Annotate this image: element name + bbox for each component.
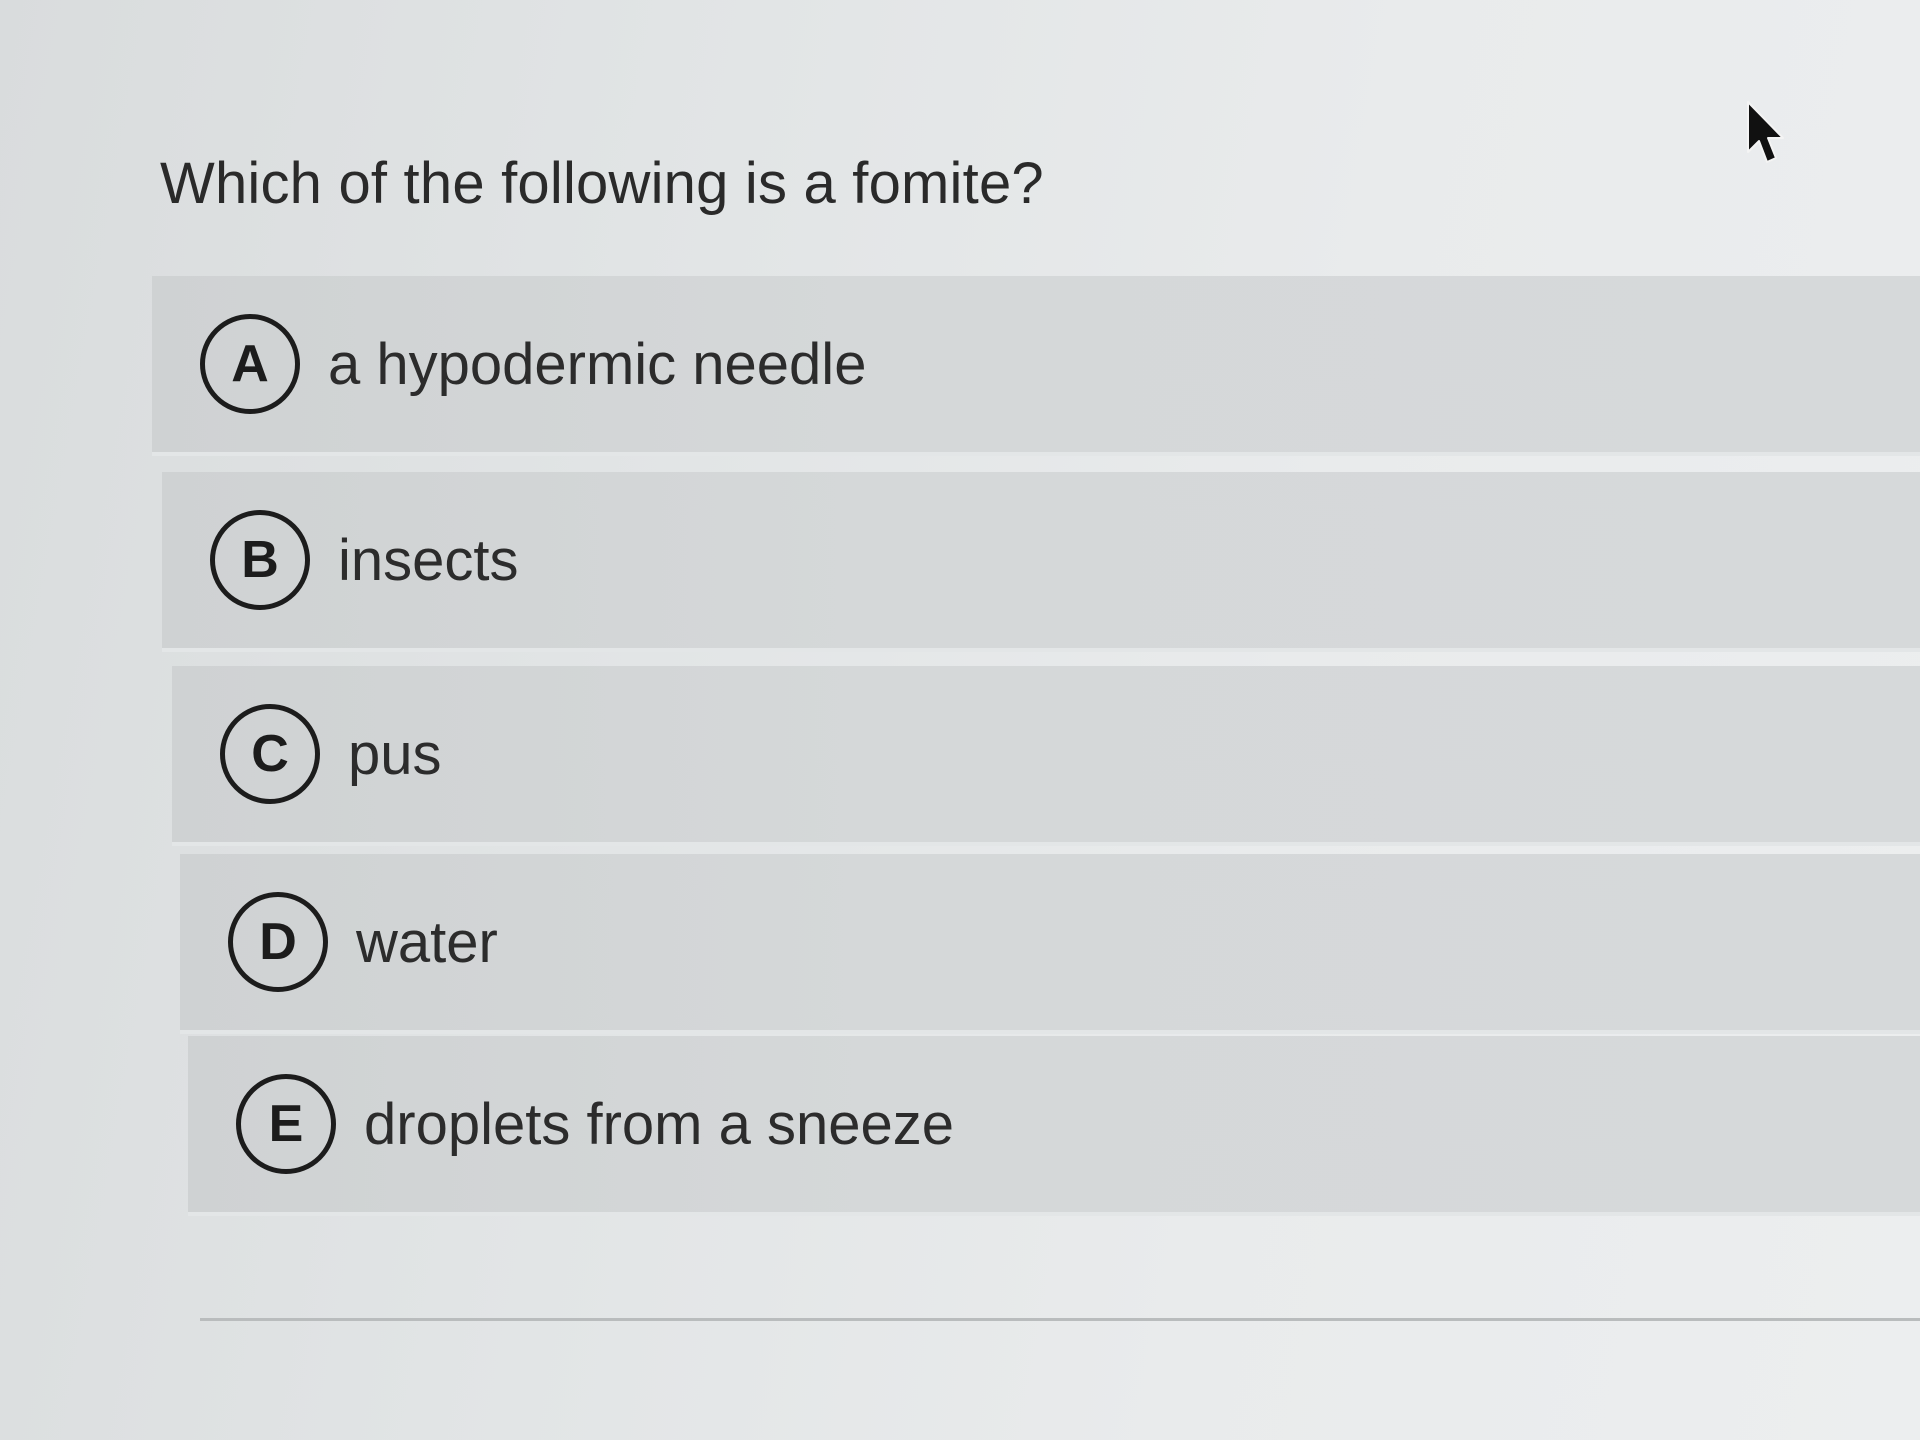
answer-option-d[interactable]: D water (180, 854, 1920, 1034)
answer-option-e[interactable]: E droplets from a sneeze (188, 1036, 1920, 1216)
option-letter-b: B (210, 510, 310, 610)
option-text-c: pus (348, 721, 442, 787)
option-text-b: insects (338, 527, 519, 593)
option-text-e: droplets from a sneeze (364, 1091, 954, 1157)
divider (200, 1318, 1920, 1321)
option-text-a: a hypodermic needle (328, 331, 867, 397)
quiz-page: Which of the following is a fomite? A a … (0, 0, 1920, 1440)
answer-option-c[interactable]: C pus (172, 666, 1920, 846)
option-text-d: water (356, 909, 498, 975)
option-letter-e: E (236, 1074, 336, 1174)
mouse-pointer-icon (1747, 101, 1784, 163)
option-letter-a: A (200, 314, 300, 414)
answer-option-a[interactable]: A a hypodermic needle (152, 276, 1920, 456)
option-letter-c: C (220, 704, 320, 804)
answer-option-b[interactable]: B insects (162, 472, 1920, 652)
answer-options: A a hypodermic needle B insects C pus D … (0, 0, 1920, 1440)
option-letter-d: D (228, 892, 328, 992)
